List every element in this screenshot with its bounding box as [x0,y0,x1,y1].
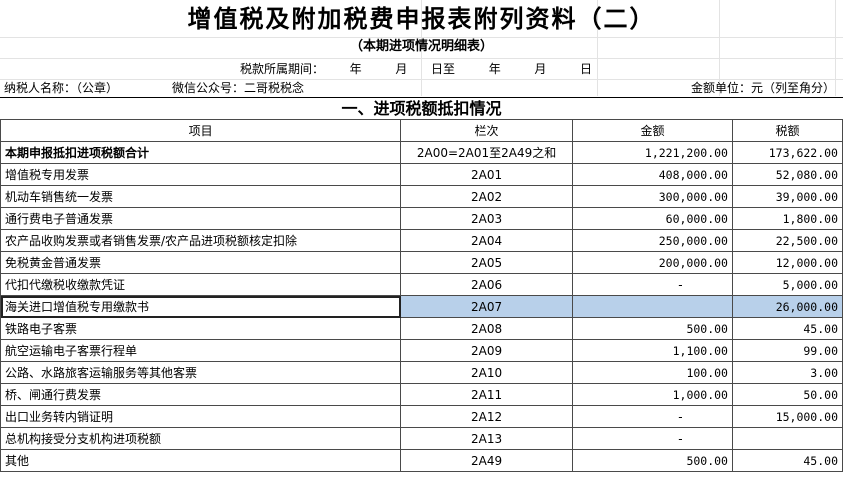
cell-amount[interactable]: 500.00 [571,317,733,340]
table-row: 机动车销售统一发票 2A02 300,000.00 39,000.00 [0,185,843,208]
cell-amount[interactable]: 1,100.00 [571,339,733,362]
cell-code[interactable]: 2A00=2A01至2A49之和 [400,141,573,164]
cell-code[interactable]: 2A11 [400,383,573,406]
cell-tax[interactable]: 45.00 [731,317,843,340]
cell-tax[interactable]: 50.00 [731,383,843,406]
section-title[interactable]: 一、进项税额抵扣情况 [0,97,843,120]
table-row-total: 本期申报抵扣进项税额合计 2A00=2A01至2A49之和 1,221,200.… [0,141,843,164]
gridline [0,58,843,59]
cell-code[interactable]: 2A08 [400,317,573,340]
table-row: 公路、水路旅客运输服务等其他客票 2A10 100.00 3.00 [0,361,843,384]
cell-code[interactable]: 2A06 [400,273,573,296]
header-cell-amount[interactable]: 金额 [571,119,733,142]
cell-item[interactable]: 航空运输电子客票行程单 [0,339,402,362]
cell-amount[interactable]: - [571,405,733,428]
header-cell-code[interactable]: 栏次 [400,119,573,142]
cell-code[interactable]: 2A01 [400,163,573,186]
table-row: 其他 2A49 500.00 45.00 [0,449,843,472]
cell-code[interactable]: 2A12 [400,405,573,428]
cell-tax[interactable]: 99.00 [731,339,843,362]
cell-item[interactable]: 其他 [0,449,402,472]
cell-amount[interactable]: 500.00 [571,449,733,472]
cell-code[interactable]: 2A03 [400,207,573,230]
cell-item[interactable]: 本期申报抵扣进项税额合计 [0,141,402,164]
cell-amount[interactable]: 1,000.00 [571,383,733,406]
cell-amount[interactable]: 408,000.00 [571,163,733,186]
cell-tax[interactable] [731,427,843,450]
table-row: 铁路电子客票 2A08 500.00 45.00 [0,317,843,340]
cell-code[interactable]: 2A02 [400,185,573,208]
cell-item[interactable]: 海关进口增值税专用缴款书 [0,295,402,318]
period-day-to: 日至 [431,62,456,76]
cell-item[interactable]: 代扣代缴税收缴款凭证 [0,273,402,296]
cell-amount[interactable]: 300,000.00 [571,185,733,208]
cell-item[interactable]: 农产品收购发票或者销售发票/农产品进项税额核定扣除 [0,229,402,252]
cell-tax[interactable]: 1,800.00 [731,207,843,230]
wechat-account-label[interactable]: 微信公众号：二哥税税念 [172,80,304,96]
cell-tax[interactable]: 3.00 [731,361,843,384]
period-year-start: 年 [349,62,362,76]
spreadsheet-sheet: 增值税及附加税费申报表附列资料（二） （本期进项情况明细表） 税款所属期间： 年… [0,0,843,477]
cell-tax[interactable]: 5,000.00 [731,273,843,296]
table-row: 通行费电子普通发票 2A03 60,000.00 1,800.00 [0,207,843,230]
cell-amount[interactable]: 100.00 [571,361,733,384]
input-tax-table: 项目 栏次 金额 税额 本期申报抵扣进项税额合计 2A00=2A01至2A49之… [0,119,843,472]
table-row: 农产品收购发票或者销售发票/农产品进项税额核定扣除 2A04 250,000.0… [0,229,843,252]
cell-item[interactable]: 桥、闸通行费发票 [0,383,402,406]
table-row: 总机构接受分支机构进项税额 2A13 - [0,427,843,450]
period-year-end: 年 [488,62,501,76]
header-cell-item[interactable]: 项目 [0,119,402,142]
cell-tax[interactable]: 15,000.00 [731,405,843,428]
amount-unit-label[interactable]: 金额单位：元（列至角分） [691,80,835,96]
cell-code[interactable]: 2A13 [400,427,573,450]
period-month-start: 月 [395,62,408,76]
cell-amount[interactable]: 250,000.00 [571,229,733,252]
table-row: 免税黄金普通发票 2A05 200,000.00 12,000.00 [0,251,843,274]
info-line: 纳税人名称：（公章） 微信公众号：二哥税税念 金额单位：元（列至角分） [0,80,843,96]
page-title[interactable]: 增值税及附加税费申报表附列资料（二） [0,2,843,36]
table-row: 出口业务转内销证明 2A12 - 15,000.00 [0,405,843,428]
cell-item[interactable]: 机动车销售统一发票 [0,185,402,208]
cell-amount[interactable]: 200,000.00 [571,251,733,274]
cell-amount[interactable]: 1,221,200.00 [571,141,733,164]
period-day-end: 日 [580,62,593,76]
table-row-selected: 海关进口增值税专用缴款书 2A07 26,000.00 [0,295,843,318]
cell-amount[interactable]: 60,000.00 [571,207,733,230]
cell-tax[interactable]: 52,080.00 [731,163,843,186]
cell-tax[interactable]: 39,000.00 [731,185,843,208]
cell-amount[interactable]: - [571,427,733,450]
cell-tax[interactable]: 26,000.00 [731,295,843,318]
cell-item[interactable]: 公路、水路旅客运输服务等其他客票 [0,361,402,384]
cell-item[interactable]: 增值税专用发票 [0,163,402,186]
page-subtitle[interactable]: （本期进项情况明细表） [0,38,843,56]
cell-item[interactable]: 铁路电子客票 [0,317,402,340]
cell-tax[interactable]: 173,622.00 [731,141,843,164]
cell-item[interactable]: 总机构接受分支机构进项税额 [0,427,402,450]
cell-code[interactable]: 2A07 [400,295,573,318]
header-cell-tax[interactable]: 税额 [731,119,843,142]
table-row: 桥、闸通行费发票 2A11 1,000.00 50.00 [0,383,843,406]
cell-code[interactable]: 2A05 [400,251,573,274]
cell-item[interactable]: 免税黄金普通发票 [0,251,402,274]
cell-item[interactable]: 通行费电子普通发票 [0,207,402,230]
cell-code[interactable]: 2A10 [400,361,573,384]
tax-period-line[interactable]: 税款所属期间： 年 月 日至 年 月 日 [240,60,592,78]
cell-tax[interactable]: 45.00 [731,449,843,472]
table-header-row: 项目 栏次 金额 税额 [0,119,843,142]
cell-amount[interactable]: - [571,273,733,296]
cell-code[interactable]: 2A04 [400,229,573,252]
cell-code[interactable]: 2A09 [400,339,573,362]
cell-amount[interactable] [571,295,733,318]
table-row: 增值税专用发票 2A01 408,000.00 52,080.00 [0,163,843,186]
period-month-end: 月 [534,62,547,76]
cell-tax[interactable]: 12,000.00 [731,251,843,274]
cell-tax[interactable]: 22,500.00 [731,229,843,252]
cell-code[interactable]: 2A49 [400,449,573,472]
cell-item[interactable]: 出口业务转内销证明 [0,405,402,428]
period-label: 税款所属期间： [240,62,325,76]
taxpayer-name-label[interactable]: 纳税人名称：（公章） [4,80,118,96]
table-row: 代扣代缴税收缴款凭证 2A06 - 5,000.00 [0,273,843,296]
table-row: 航空运输电子客票行程单 2A09 1,100.00 99.00 [0,339,843,362]
